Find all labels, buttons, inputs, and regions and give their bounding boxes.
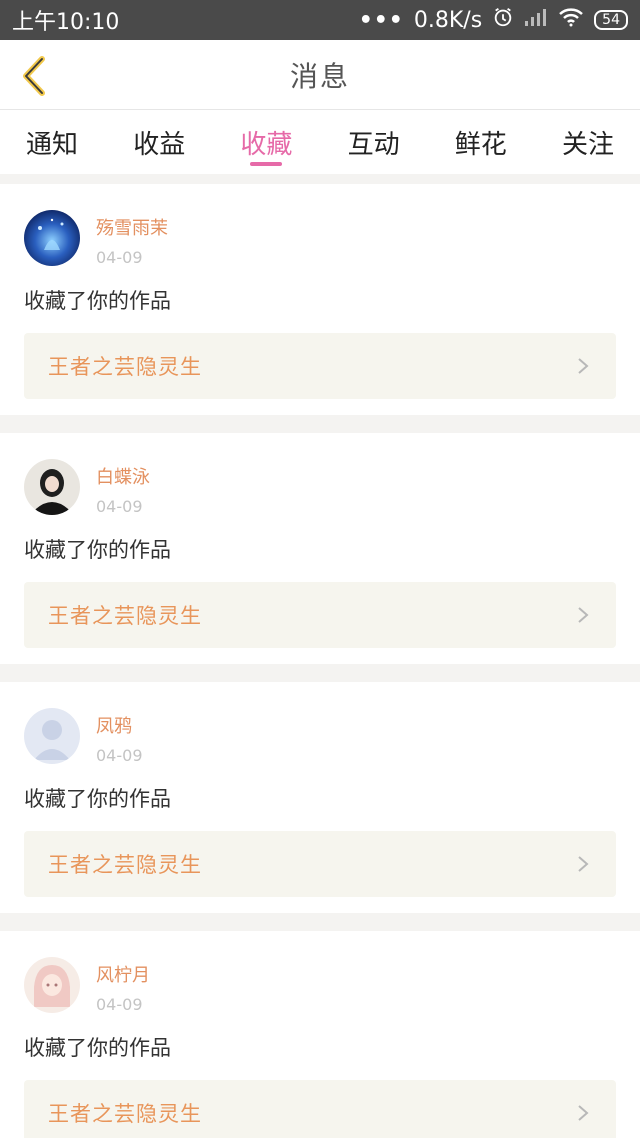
work-link[interactable]: 王者之芸隐灵生 xyxy=(24,1080,616,1138)
network-speed: 0.8K/s xyxy=(413,7,483,33)
status-time: 上午10:10 xyxy=(12,10,120,35)
item-date: 04-09 xyxy=(96,497,143,516)
work-title: 王者之芸隐灵生 xyxy=(48,604,202,628)
item-date: 04-09 xyxy=(96,746,143,765)
status-right: ••• 0.8K/s 54 xyxy=(359,6,628,34)
wifi-icon xyxy=(558,7,584,33)
work-link[interactable]: 王者之芸隐灵生 xyxy=(24,582,616,648)
battery-indicator: 54 xyxy=(594,10,628,30)
status-bar: 上午10:10 ••• 0.8K/s 54 xyxy=(0,0,640,40)
item-header: 风柠月 04-09 xyxy=(24,957,616,1014)
item-meta: 凤鸦 04-09 xyxy=(96,708,143,765)
user-name[interactable]: 白蝶泳 xyxy=(96,463,150,489)
item-date: 04-09 xyxy=(96,995,143,1014)
item-header: 凤鸦 04-09 xyxy=(24,708,616,765)
item-meta: 殇雪雨茉 04-09 xyxy=(96,210,168,267)
page-title: 消息 xyxy=(289,59,350,93)
user-name[interactable]: 凤鸦 xyxy=(96,712,143,738)
chevron-left-icon xyxy=(23,56,45,96)
signal-icon xyxy=(524,7,548,33)
tab-flowers[interactable]: 鲜花 xyxy=(455,110,507,174)
user-name[interactable]: 风柠月 xyxy=(96,961,150,987)
item-meta: 风柠月 04-09 xyxy=(96,957,150,1014)
chevron-right-icon xyxy=(574,357,592,375)
list-item: 白蝶泳 04-09 收藏了你的作品 王者之芸隐灵生 xyxy=(0,433,640,664)
work-link[interactable]: 王者之芸隐灵生 xyxy=(24,333,616,399)
avatar[interactable] xyxy=(24,459,80,515)
avatar[interactable] xyxy=(24,210,80,266)
chevron-right-icon xyxy=(574,855,592,873)
message-list: 殇雪雨茉 04-09 收藏了你的作品 王者之芸隐灵生 白蝶泳 04-09 收藏了… xyxy=(0,184,640,1138)
tab-bar: 通知 收益 收藏 互动 鲜花 关注 xyxy=(0,110,640,174)
avatar[interactable] xyxy=(24,708,80,764)
avatar[interactable] xyxy=(24,957,80,1013)
list-item: 殇雪雨茉 04-09 收藏了你的作品 王者之芸隐灵生 xyxy=(0,184,640,415)
status-dots: ••• xyxy=(358,7,404,33)
item-date: 04-09 xyxy=(96,248,143,267)
item-header: 殇雪雨茉 04-09 xyxy=(24,210,616,267)
list-item: 凤鸦 04-09 收藏了你的作品 王者之芸隐灵生 xyxy=(0,682,640,913)
work-link[interactable]: 王者之芸隐灵生 xyxy=(24,831,616,897)
back-button[interactable] xyxy=(14,56,54,96)
work-title: 王者之芸隐灵生 xyxy=(48,1102,202,1126)
action-text: 收藏了你的作品 xyxy=(24,1036,171,1060)
action-text: 收藏了你的作品 xyxy=(24,289,171,313)
alarm-icon xyxy=(492,6,514,34)
chevron-right-icon xyxy=(574,606,592,624)
tab-favorites[interactable]: 收藏 xyxy=(240,110,292,174)
user-name[interactable]: 殇雪雨茉 xyxy=(96,214,168,240)
header-bar: 消息 xyxy=(0,40,640,110)
item-header: 白蝶泳 04-09 xyxy=(24,459,616,516)
work-title: 王者之芸隐灵生 xyxy=(48,355,202,379)
list-item: 风柠月 04-09 收藏了你的作品 王者之芸隐灵生 xyxy=(0,931,640,1138)
tab-interaction[interactable]: 互动 xyxy=(348,110,400,174)
action-text: 收藏了你的作品 xyxy=(24,538,171,562)
item-meta: 白蝶泳 04-09 xyxy=(96,459,150,516)
tab-earnings[interactable]: 收益 xyxy=(133,110,185,174)
tab-notification[interactable]: 通知 xyxy=(26,110,78,174)
tab-follow[interactable]: 关注 xyxy=(562,110,614,174)
action-text: 收藏了你的作品 xyxy=(24,787,171,811)
chevron-right-icon xyxy=(574,1104,592,1122)
work-title: 王者之芸隐灵生 xyxy=(48,853,202,877)
